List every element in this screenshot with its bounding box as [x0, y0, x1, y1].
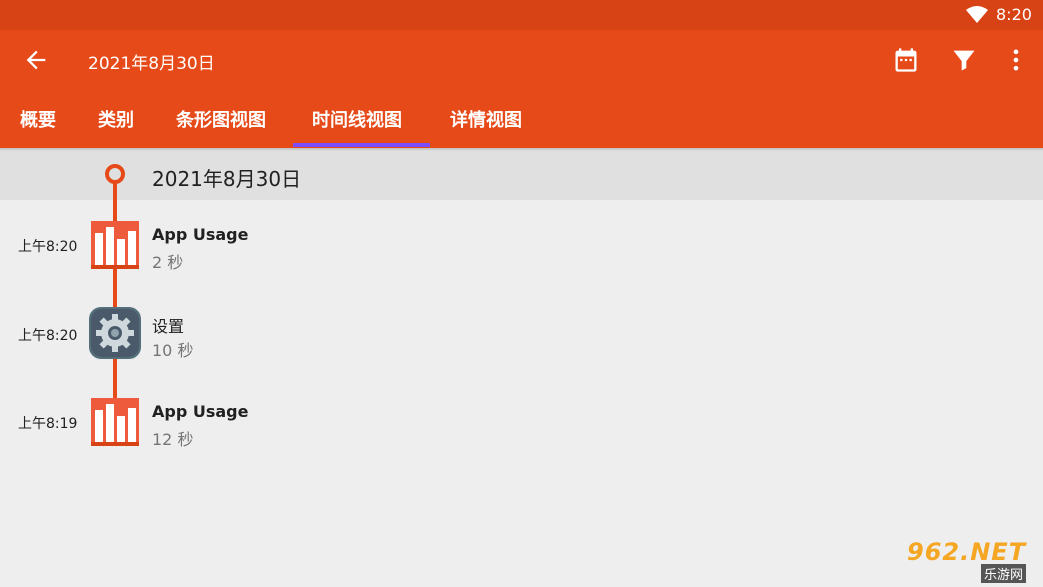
- more-vert-icon[interactable]: [1002, 46, 1030, 74]
- tab-categories[interactable]: 类别: [98, 106, 134, 132]
- toolbar-title: 2021年8月30日: [88, 54, 215, 74]
- tab-details[interactable]: 详情视图: [450, 106, 522, 132]
- tab-overview[interactable]: 概要: [20, 106, 56, 132]
- arrow-left-icon[interactable]: [22, 46, 50, 74]
- entry-time: 上午8:20: [18, 239, 78, 255]
- entry-duration: 10 秒: [152, 341, 194, 360]
- date-header-text: 2021年8月30日: [152, 167, 302, 191]
- entry-time: 上午8:19: [18, 416, 78, 432]
- date-header: 2021年8月30日: [0, 151, 1043, 200]
- tab-selected-indicator: [293, 143, 430, 147]
- entry-time: 上午8:20: [18, 328, 78, 344]
- tab-timeline[interactable]: 时间线视图: [312, 106, 402, 132]
- watermark-logo: 962.NET 乐游网: [903, 538, 1037, 583]
- entry-duration: 2 秒: [152, 253, 184, 272]
- timeline-line: [113, 182, 117, 410]
- calendar-icon[interactable]: [892, 46, 920, 74]
- app-usage-icon[interactable]: [91, 221, 139, 269]
- status-bar: 8:20: [0, 0, 1043, 30]
- entry-duration: 12 秒: [152, 430, 194, 449]
- entry-app-name: 设置: [152, 317, 185, 336]
- watermark-main: 962.NET: [907, 538, 1027, 566]
- filter-icon[interactable]: [950, 46, 978, 74]
- status-time: 8:20: [996, 5, 1032, 24]
- timeline-start-node: [105, 164, 125, 184]
- tab-bar: 概要 类别 条形图视图 时间线视图 详情视图: [0, 90, 1043, 148]
- entry-app-name: App Usage: [152, 225, 249, 244]
- watermark-sub: 乐游网: [981, 564, 1027, 583]
- app-usage-icon[interactable]: [91, 398, 139, 446]
- entry-app-name: App Usage: [152, 402, 249, 421]
- tab-bar-chart[interactable]: 条形图视图: [176, 106, 266, 132]
- app-toolbar: 2021年8月30日: [0, 30, 1043, 90]
- settings-gear-icon[interactable]: [89, 307, 141, 359]
- wifi-icon: [966, 6, 988, 23]
